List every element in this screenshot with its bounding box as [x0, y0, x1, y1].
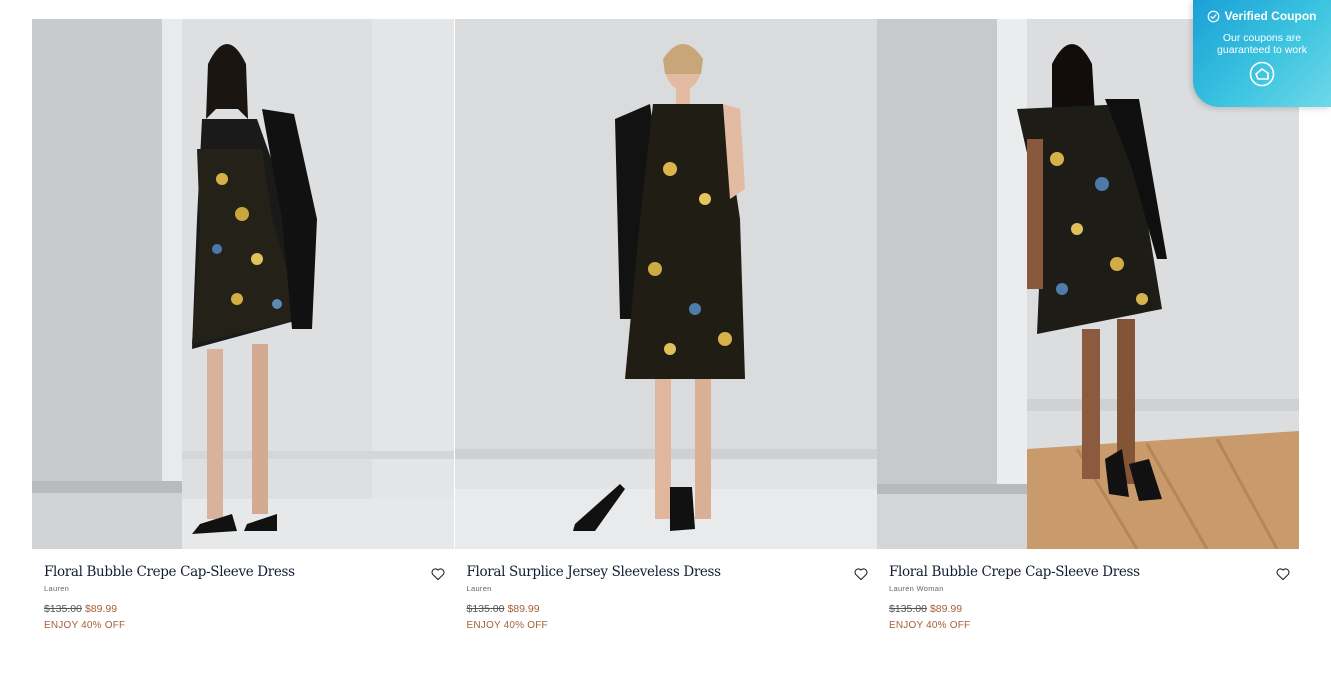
heart-icon[interactable] [853, 566, 869, 582]
check-circle-icon [1208, 10, 1220, 22]
price-row: $135.00 $89.99 [44, 603, 442, 616]
product-grid: Floral Bubble Crepe Cap-Sleeve Dress Lau… [32, 19, 1299, 653]
heart-icon[interactable] [1275, 566, 1291, 582]
price-row: $135.00 $89.99 [467, 603, 865, 616]
product-image[interactable] [454, 19, 877, 549]
product-title[interactable]: Floral Bubble Crepe Cap-Sleeve Dress [889, 563, 1287, 581]
verified-coupon-badge[interactable]: Verified Coupon Our coupons are guarante… [1193, 0, 1331, 107]
product-title[interactable]: Floral Surplice Jersey Sleeveless Dress [467, 563, 865, 581]
sale-price: $89.99 [929, 603, 963, 615]
promo-text: ENJOY 40% OFF [44, 620, 126, 631]
original-price: $135.00 [889, 603, 927, 615]
coupon-logo-icon[interactable] [1249, 61, 1275, 87]
promo-text: ENJOY 40% OFF [466, 620, 548, 631]
product-brand: Lauren Woman [889, 584, 944, 593]
original-price: $135.00 [466, 603, 505, 615]
original-price: $135.00 [44, 603, 82, 615]
heart-icon[interactable] [430, 566, 446, 582]
sale-price: $89.99 [507, 603, 540, 615]
product-image[interactable] [32, 19, 454, 549]
product-brand: Lauren [466, 584, 492, 593]
product-brand: Lauren [44, 584, 70, 593]
price-row: $135.00 $89.99 [889, 603, 1287, 616]
coupon-subtitle: Our coupons are guaranteed to work [1217, 32, 1307, 56]
product-card[interactable]: Floral Bubble Crepe Cap-Sleeve Dress Lau… [877, 19, 1299, 653]
sale-price: $89.99 [84, 603, 118, 615]
promo-text: ENJOY 40% OFF [889, 620, 971, 631]
product-title[interactable]: Floral Bubble Crepe Cap-Sleeve Dress [44, 563, 442, 581]
product-card[interactable]: Floral Bubble Crepe Cap-Sleeve Dress Lau… [32, 19, 454, 653]
product-card[interactable]: Floral Surplice Jersey Sleeveless Dress … [454, 19, 877, 653]
coupon-title: Verified Coupon [1224, 9, 1317, 23]
